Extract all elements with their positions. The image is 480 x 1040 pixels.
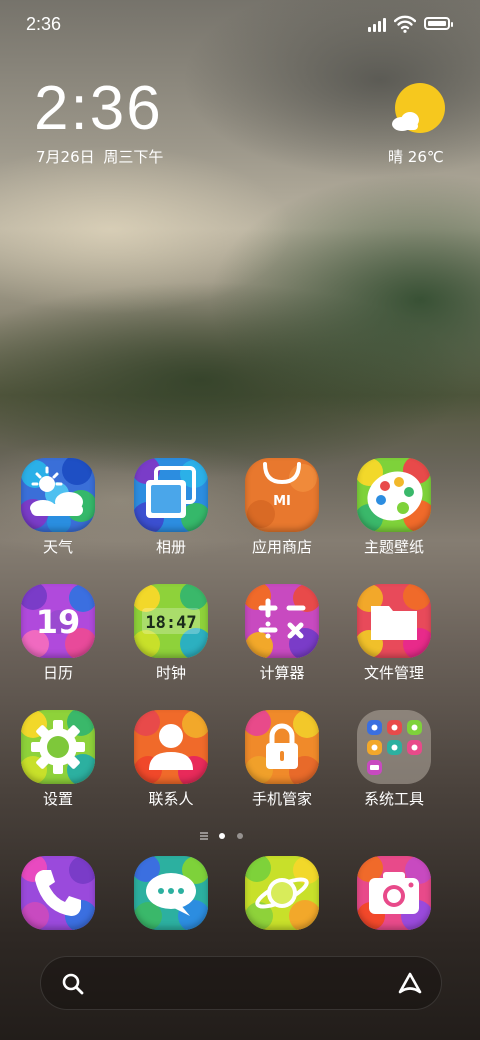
status-bar: 2:36 bbox=[0, 0, 480, 48]
assistant-icon[interactable] bbox=[397, 971, 423, 997]
app-store[interactable]: MI 应用商店 bbox=[230, 458, 334, 578]
browser-planet-icon bbox=[245, 856, 319, 930]
app-weather[interactable]: 天气 bbox=[6, 458, 110, 578]
app-label: 应用商店 bbox=[251, 538, 312, 556]
app-settings[interactable]: 设置 bbox=[6, 710, 110, 830]
settings-gear-icon bbox=[21, 710, 95, 784]
weather-temperature: 26℃ bbox=[407, 148, 444, 166]
status-time: 2:36 bbox=[26, 14, 62, 34]
app-label: 主题壁纸 bbox=[363, 538, 424, 556]
gallery-icon bbox=[134, 458, 208, 532]
security-lock-icon bbox=[245, 710, 319, 784]
clock-widget-date[interactable]: 7月26日 周三下午 bbox=[36, 146, 167, 167]
app-themes[interactable]: 主题壁纸 bbox=[342, 458, 446, 578]
weather-widget-text[interactable]: 晴 26℃ bbox=[388, 146, 444, 167]
app-clock[interactable]: 18:47 时钟 bbox=[119, 584, 223, 704]
weather-condition: 晴 bbox=[388, 148, 404, 166]
app-label: 文件管理 bbox=[363, 664, 424, 682]
app-contacts[interactable]: 联系人 bbox=[119, 710, 223, 830]
sun-cloud-icon[interactable] bbox=[388, 82, 446, 138]
page-indicator[interactable] bbox=[200, 830, 280, 842]
page-menu-icon bbox=[200, 832, 208, 834]
app-file-manager[interactable]: 文件管理 bbox=[342, 584, 446, 704]
system-tools-folder-icon bbox=[357, 710, 431, 784]
messages-icon bbox=[134, 856, 208, 930]
date-text: 7月26日 bbox=[36, 148, 95, 166]
app-label: 设置 bbox=[42, 790, 73, 808]
app-label: 相册 bbox=[155, 538, 186, 556]
search-bar[interactable] bbox=[40, 956, 442, 1010]
app-calculator[interactable]: 计算器 bbox=[230, 584, 334, 704]
wifi-icon bbox=[394, 15, 416, 33]
weekday-text: 周三下午 bbox=[103, 148, 164, 166]
search-icon[interactable] bbox=[61, 972, 85, 996]
file-manager-icon bbox=[357, 584, 431, 658]
app-store-icon: MI bbox=[245, 458, 319, 532]
calendar-icon: 19 bbox=[21, 584, 95, 658]
weather-icon bbox=[21, 458, 95, 532]
camera-icon bbox=[357, 856, 431, 930]
app-security[interactable]: 手机管家 bbox=[230, 710, 334, 830]
page-dot bbox=[237, 833, 243, 839]
battery-icon bbox=[424, 17, 453, 30]
signal-icon bbox=[368, 16, 392, 32]
themes-palette-icon bbox=[357, 458, 431, 532]
app-label: 计算器 bbox=[259, 664, 305, 682]
calculator-icon bbox=[245, 584, 319, 658]
app-label: 天气 bbox=[42, 538, 73, 556]
clock-icon: 18:47 bbox=[134, 584, 208, 658]
clock-widget-time[interactable]: 2:36 bbox=[34, 74, 163, 144]
app-label: 手机管家 bbox=[251, 790, 312, 808]
app-system-tools-folder[interactable]: 系统工具 bbox=[342, 710, 446, 830]
search-input[interactable] bbox=[97, 967, 381, 1001]
app-label: 联系人 bbox=[148, 790, 194, 808]
phone-icon bbox=[21, 856, 95, 930]
app-label: 系统工具 bbox=[363, 790, 424, 808]
app-label: 时钟 bbox=[155, 664, 186, 682]
app-calendar[interactable]: 19 日历 bbox=[6, 584, 110, 704]
app-label: 日历 bbox=[42, 664, 73, 682]
app-gallery[interactable]: 相册 bbox=[119, 458, 223, 578]
page-dot-active bbox=[219, 833, 225, 839]
contacts-icon bbox=[134, 710, 208, 784]
